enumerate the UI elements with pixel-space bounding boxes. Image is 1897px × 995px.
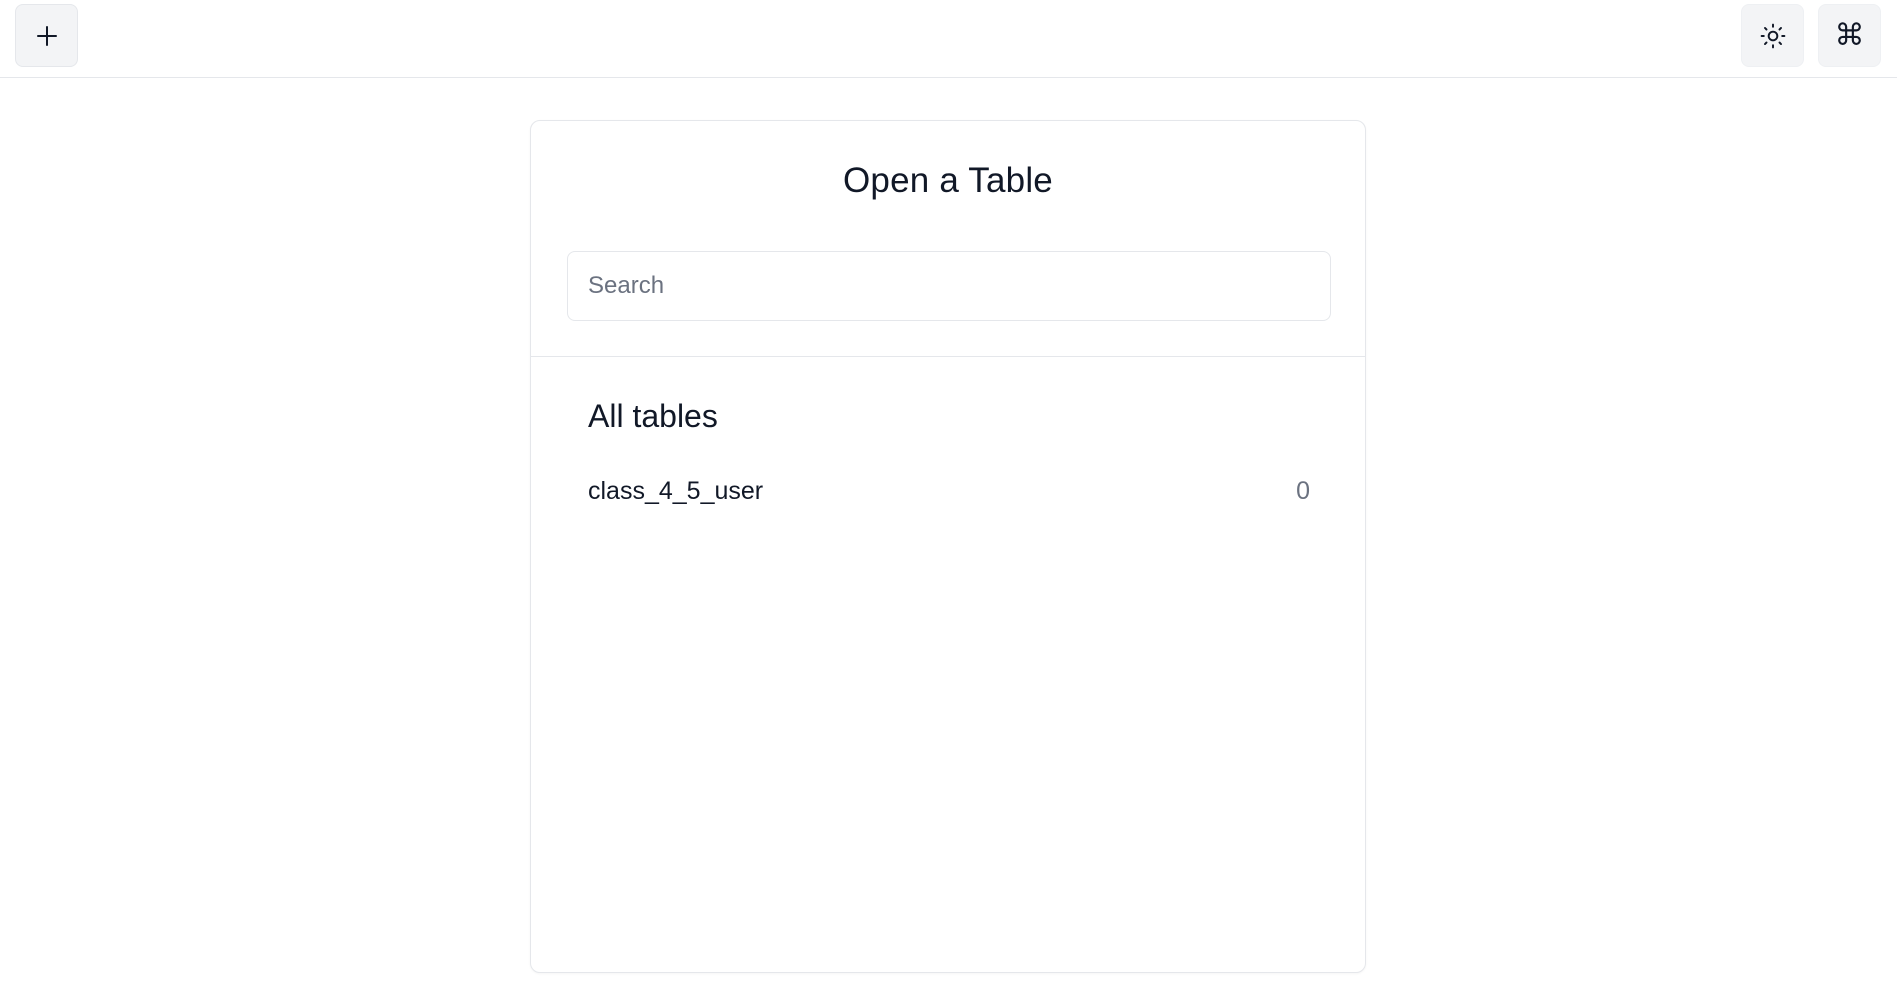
theme-toggle-button[interactable]: [1741, 4, 1804, 67]
section-title: All tables: [588, 398, 718, 434]
command-palette-button[interactable]: ⌘: [1818, 4, 1881, 67]
top-toolbar: ⌘: [0, 0, 1897, 78]
table-count: 0: [1296, 476, 1310, 505]
open-table-dialog: Open a Table All tables class_4_5_user 0: [530, 120, 1366, 973]
dialog-header: Open a Table: [531, 121, 1365, 357]
dialog-title: Open a Table: [843, 161, 1053, 200]
search-input[interactable]: [567, 251, 1331, 321]
command-icon: ⌘: [1834, 17, 1865, 53]
table-name: class_4_5_user: [588, 476, 764, 505]
plus-icon: [36, 25, 57, 46]
table-row[interactable]: class_4_5_user 0: [588, 471, 1310, 511]
sun-icon: [1760, 23, 1785, 48]
add-button[interactable]: [15, 4, 78, 67]
